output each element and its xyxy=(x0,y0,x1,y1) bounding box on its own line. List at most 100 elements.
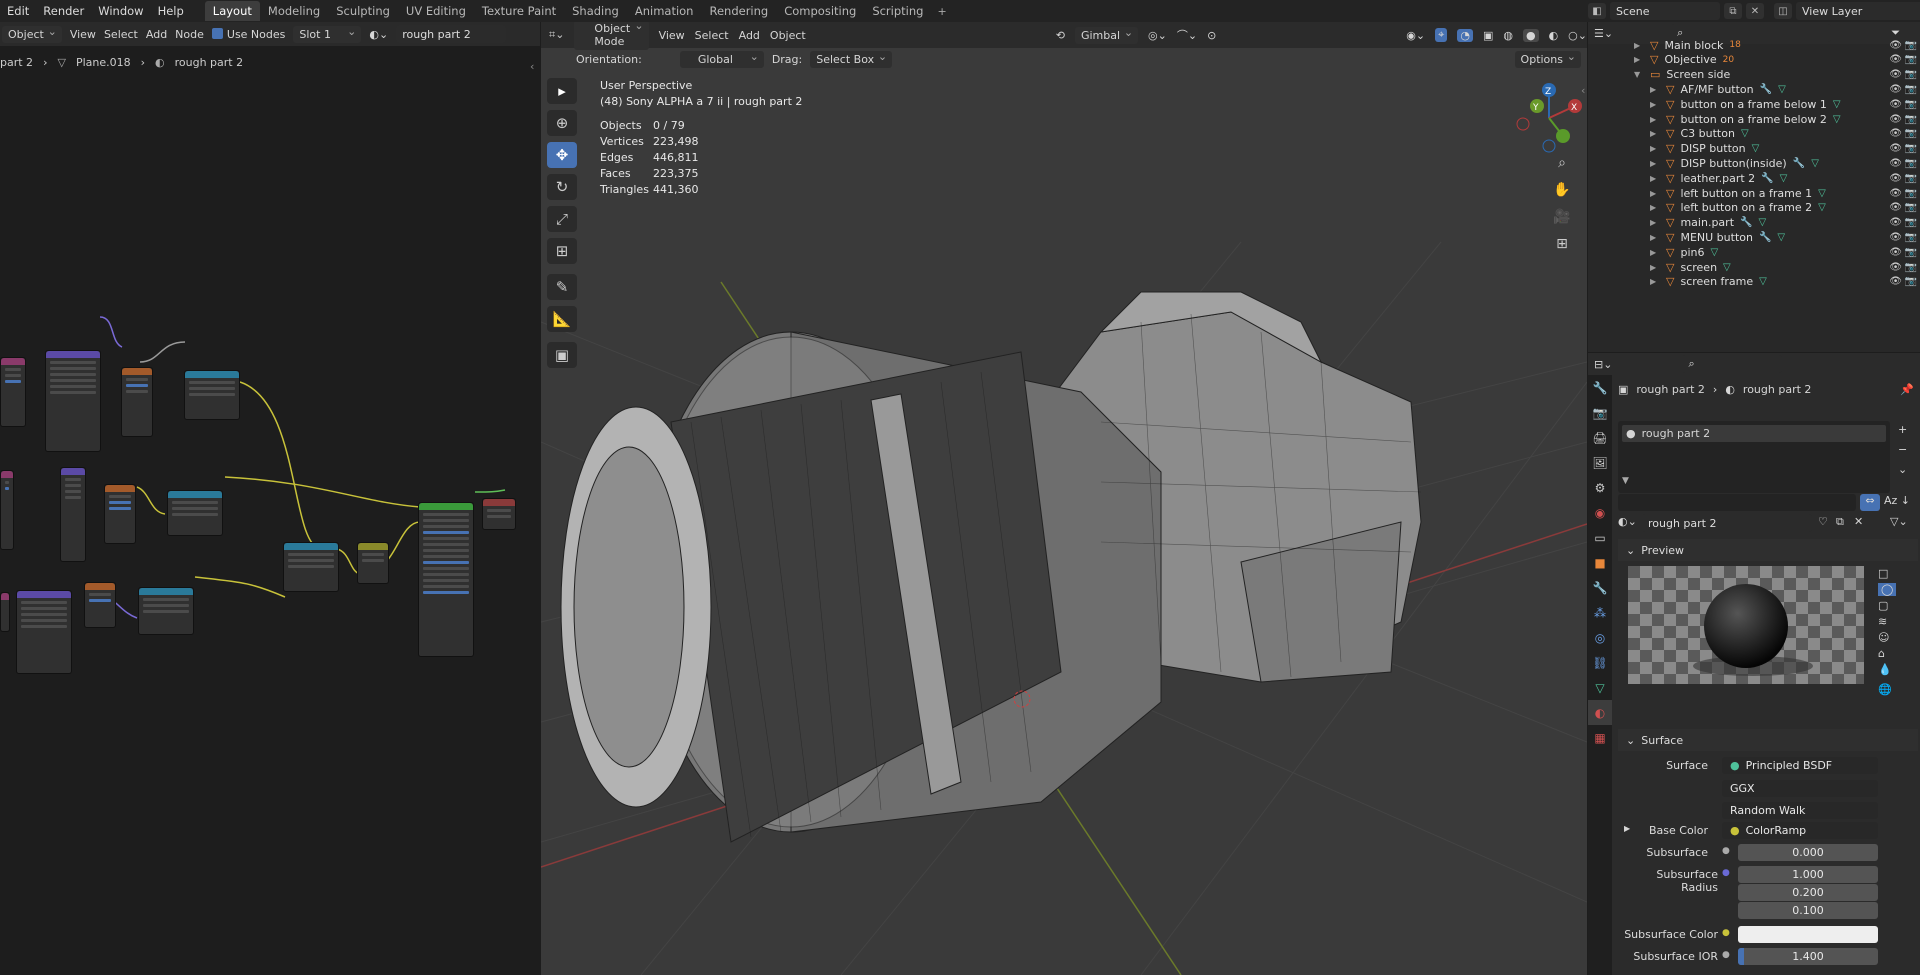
annotate-tool[interactable]: ✎ xyxy=(547,274,577,300)
drag-dropdown[interactable]: Select Box xyxy=(810,50,893,68)
eye-icon[interactable]: 👁 xyxy=(1889,99,1902,110)
eye-icon[interactable]: 👁 xyxy=(1889,158,1902,169)
node[interactable] xyxy=(0,592,10,632)
particles-tab-icon[interactable]: ⁂ xyxy=(1588,600,1612,625)
mode-dropdown[interactable]: Object Mode xyxy=(574,22,649,50)
preview-panel-header[interactable]: ⌄ Preview xyxy=(1618,539,1918,561)
node[interactable] xyxy=(104,484,136,544)
tool-tab-icon[interactable]: 🔧 xyxy=(1588,375,1612,400)
measure-tool[interactable]: 📐 xyxy=(547,306,577,332)
chevron-right-icon[interactable]: ▶ xyxy=(1650,203,1660,212)
chevron-right-icon[interactable]: ▶ xyxy=(1650,174,1660,183)
scene-icon[interactable]: ◧ xyxy=(1588,3,1606,19)
transform-orientation-icon[interactable]: ⟲ xyxy=(1056,29,1065,42)
preview-world-icon[interactable]: 🌐 xyxy=(1878,683,1896,696)
camera-icon[interactable]: 📷 xyxy=(1905,40,1917,51)
chevron-right-icon[interactable]: ▶ xyxy=(1650,189,1660,198)
camera-icon[interactable]: 📷 xyxy=(1905,69,1917,80)
rotate-tool[interactable]: ↻ xyxy=(547,174,577,200)
preview-cube-icon[interactable]: ▢ xyxy=(1878,599,1896,612)
menu-object[interactable]: Object xyxy=(770,29,806,42)
new-scene-icon[interactable]: ⧉ xyxy=(1724,3,1742,19)
node[interactable] xyxy=(283,542,339,592)
physics-tab-icon[interactable]: ◎ xyxy=(1588,625,1612,650)
node[interactable] xyxy=(184,370,240,420)
chevron-right-icon[interactable]: ▶ xyxy=(1650,233,1660,242)
zoom-icon[interactable]: ⌕ xyxy=(1551,152,1573,174)
chevron-right-icon[interactable]: ▶ xyxy=(1650,277,1660,286)
tab-compositing[interactable]: Compositing xyxy=(776,1,864,21)
texture-tab-icon[interactable]: ▦ xyxy=(1588,725,1612,750)
add-slot-icon[interactable]: + xyxy=(1898,423,1907,436)
pivot-icon[interactable]: ◎⌄ xyxy=(1148,29,1167,42)
chevron-right-icon[interactable]: ▶ xyxy=(1634,55,1644,64)
subsurface-field[interactable]: 0.000 xyxy=(1738,844,1878,861)
collection-tab-icon[interactable]: ▭ xyxy=(1588,525,1612,550)
material-name-field[interactable]: rough part 2 xyxy=(1642,514,1812,532)
camera-icon[interactable]: 📷 xyxy=(1905,188,1917,199)
overlay-toggle-icon[interactable]: ◔ xyxy=(1457,28,1473,42)
duplicate-icon[interactable]: ⧉ xyxy=(1836,515,1844,529)
proportional-edit-icon[interactable]: ⊙ xyxy=(1207,29,1216,42)
material-slots-list[interactable]: ● rough part 2 ▼ xyxy=(1618,421,1890,493)
menu-render[interactable]: Render xyxy=(36,4,91,18)
eye-icon[interactable]: 👁 xyxy=(1889,143,1902,154)
tab-sculpting[interactable]: Sculpting xyxy=(328,1,398,21)
shader-node-editor[interactable]: Object View Select Add Node Use Nodes Sl… xyxy=(0,22,540,975)
eye-icon[interactable]: 👁 xyxy=(1889,262,1902,273)
preview-plane-icon[interactable]: □ xyxy=(1878,567,1896,580)
view-layer-icon[interactable]: ◫ xyxy=(1774,3,1792,19)
render-tab-icon[interactable]: 📷 xyxy=(1588,400,1612,425)
menu-help[interactable]: Help xyxy=(151,4,191,18)
node[interactable] xyxy=(0,357,26,427)
material-tab-icon[interactable]: ◐ xyxy=(1588,700,1612,725)
add-cube-tool[interactable]: ▣ xyxy=(547,342,577,368)
cursor-tool[interactable]: ⊕ xyxy=(547,110,577,136)
chevron-right-icon[interactable]: ▶ xyxy=(1634,41,1644,50)
eye-icon[interactable]: 👁 xyxy=(1889,114,1902,125)
tab-uv-editing[interactable]: UV Editing xyxy=(398,1,474,21)
view-layer-tab-icon[interactable]: 🖼 xyxy=(1588,450,1612,475)
menu-edit[interactable]: Edit xyxy=(0,4,36,18)
node[interactable] xyxy=(357,542,389,584)
camera-icon[interactable]: 📷 xyxy=(1905,217,1917,228)
menu-window[interactable]: Window xyxy=(91,4,150,18)
node[interactable] xyxy=(45,350,101,452)
base-color-field[interactable]: ● ColorRamp xyxy=(1722,822,1878,839)
sidebar-toggle-icon[interactable]: ‹ xyxy=(1581,84,1585,97)
slot-menu-icon[interactable]: ⌄ xyxy=(1898,463,1907,476)
eye-icon[interactable]: 👁 xyxy=(1889,128,1902,139)
menu-select[interactable]: Select xyxy=(695,29,729,42)
3d-viewport[interactable]: ⌗⌄ Object Mode View Select Add Object ⟲ … xyxy=(541,22,1587,975)
camera-view-icon[interactable]: 🎥 xyxy=(1551,206,1573,228)
preview-fluid-icon[interactable]: 💧 xyxy=(1878,663,1896,676)
tab-texture-paint[interactable]: Texture Paint xyxy=(474,1,564,21)
subsurface-method-dropdown[interactable]: Random Walk xyxy=(1722,802,1878,819)
scale-tool[interactable]: ⤢ xyxy=(547,206,577,232)
link-dropdown-icon[interactable]: ▽⌄ xyxy=(1890,515,1908,528)
node[interactable] xyxy=(121,367,153,437)
gizmo-toggle-icon[interactable]: ⌖ xyxy=(1435,28,1448,42)
node[interactable] xyxy=(167,490,223,536)
collapse-arrow-icon[interactable]: ‹ xyxy=(530,60,534,73)
camera-icon[interactable]: 📷 xyxy=(1905,173,1917,184)
object-tab-icon[interactable]: ■ xyxy=(1588,550,1612,575)
orientation-dropdown[interactable]: Global xyxy=(679,50,764,68)
sort-alpha-icon[interactable]: Az ↓ xyxy=(1884,494,1910,507)
view-layer-field[interactable]: View Layer xyxy=(1796,2,1920,20)
eye-icon[interactable]: 👁 xyxy=(1889,232,1902,243)
editor-type-icon[interactable]: ⌗⌄ xyxy=(549,28,564,42)
transform-tool[interactable]: ⊞ xyxy=(547,238,577,264)
modifier-tab-icon[interactable]: 🔧 xyxy=(1588,575,1612,600)
subsurface-ior-field[interactable]: 1.400 xyxy=(1738,948,1878,965)
camera-icon[interactable]: 📷 xyxy=(1905,143,1917,154)
chevron-right-icon[interactable]: ▶ xyxy=(1650,100,1660,109)
tab-layout[interactable]: Layout xyxy=(204,1,260,21)
transform-orientation-dropdown[interactable]: Gimbal xyxy=(1074,26,1139,44)
scene-tab-icon[interactable]: ⚙ xyxy=(1588,475,1612,500)
world-tab-icon[interactable]: ◉ xyxy=(1588,500,1612,525)
camera-icon[interactable]: 📷 xyxy=(1905,202,1917,213)
surface-shader-field[interactable]: ● Principled BSDF xyxy=(1722,757,1878,774)
sort-icon[interactable]: ⇔ xyxy=(1860,494,1880,511)
material-slot[interactable]: ● rough part 2 xyxy=(1622,425,1886,442)
